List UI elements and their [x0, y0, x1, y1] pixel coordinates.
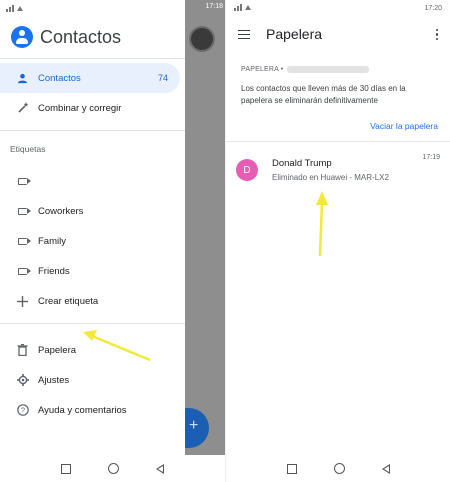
contacts-count: 74	[157, 73, 168, 83]
svg-text:?: ?	[20, 406, 24, 415]
trash-retention-notice: Los contactos que lleven más de 30 días …	[241, 84, 406, 105]
labels-list: Coworkers Family Friends Crear etiqueta	[0, 162, 185, 316]
home-button[interactable]	[334, 463, 345, 474]
labels-section-title: Etiquetas	[10, 144, 46, 154]
nav-label-ayuda: Ayuda y comentarios	[38, 404, 127, 416]
menu-icon[interactable]	[238, 29, 250, 39]
signal-icon	[6, 5, 24, 12]
more-options-icon[interactable]	[436, 29, 439, 42]
label-name: Family	[38, 235, 66, 247]
label-icon	[18, 177, 31, 185]
trash-heading-text: PAPELERA •	[241, 66, 284, 73]
android-nav-bar	[0, 455, 225, 482]
label-icon	[18, 207, 31, 215]
top-app-bar: Papelera	[226, 16, 450, 52]
create-label-text: Crear etiqueta	[38, 295, 99, 307]
annotation-arrow-right	[316, 191, 328, 257]
blurred-account-email	[287, 66, 370, 73]
label-icon	[18, 237, 31, 245]
nav-item-ayuda[interactable]: ? Ayuda y comentarios	[0, 395, 185, 425]
back-button[interactable]	[156, 463, 164, 474]
trash-icon	[16, 344, 29, 357]
recents-button[interactable]	[61, 463, 71, 474]
contact-avatar: D	[236, 159, 258, 181]
person-icon	[16, 72, 29, 85]
plus-icon	[16, 295, 29, 308]
add-contact-fab[interactable]: +	[185, 408, 209, 448]
left-status-bar	[0, 0, 185, 16]
home-button[interactable]	[108, 463, 119, 474]
trash-info-card: PAPELERA • Los contactos que lleven más …	[226, 66, 450, 142]
label-name: Coworkers	[38, 205, 84, 217]
label-item-untitled[interactable]	[0, 166, 185, 196]
label-item-friends[interactable]: Friends	[0, 256, 185, 286]
label-icon	[18, 267, 31, 275]
nav-item-papelera[interactable]: Papelera	[0, 335, 185, 365]
divider	[0, 130, 185, 131]
nav-item-contactos[interactable]: Contactos 74	[0, 63, 180, 93]
trash-account-heading: PAPELERA •	[241, 66, 438, 73]
help-icon: ?	[16, 404, 29, 417]
right-status-bar: 17:20	[226, 0, 450, 16]
create-label-button[interactable]: Crear etiqueta	[0, 286, 185, 316]
nav-label-ajustes: Ajustes	[38, 374, 70, 386]
primary-nav: Contactos 74 Combinar y corregir	[0, 59, 185, 123]
app-title: Contactos	[40, 26, 122, 47]
android-nav-bar	[226, 455, 450, 482]
page-title: Papelera	[266, 26, 323, 42]
nav-label-combinar: Combinar y corregir	[38, 102, 122, 114]
nav-label-papelera: Papelera	[38, 344, 77, 356]
contact-text: Donald Trump Eliminado en Huawei - MAR-L…	[272, 158, 389, 182]
contact-name: Donald Trump	[272, 158, 332, 169]
drawer-header: Contactos	[0, 16, 185, 59]
left-status-time: 17:18	[205, 3, 223, 10]
label-item-family[interactable]: Family	[0, 226, 185, 256]
label-item-coworkers[interactable]: Coworkers	[0, 196, 185, 226]
right-status-time: 17:20	[424, 4, 442, 12]
nav-item-combinar[interactable]: Combinar y corregir	[0, 93, 185, 123]
nav-label-contactos: Contactos	[38, 72, 81, 84]
nav-item-ajustes[interactable]: Ajustes	[0, 365, 185, 395]
right-phone-screen: 17:20 Papelera PAPELERA • Los contactos …	[225, 0, 450, 482]
secondary-nav: Papelera Ajustes ? Ayuda y comentarios	[0, 331, 185, 425]
contacts-logo-icon	[11, 26, 33, 48]
deleted-contact-row[interactable]: D Donald Trump Eliminado en Huawei - MAR…	[226, 150, 450, 190]
recents-button[interactable]	[287, 463, 297, 474]
plus-icon: +	[189, 417, 199, 434]
empty-trash-button[interactable]: Vaciar la papelera	[241, 121, 438, 131]
contact-time: 17:19	[422, 154, 440, 161]
magic-wand-icon	[16, 102, 29, 115]
gear-icon	[16, 374, 29, 387]
signal-icon	[234, 3, 252, 13]
account-avatar[interactable]	[189, 26, 215, 52]
divider	[0, 323, 185, 324]
label-name: Friends	[38, 265, 70, 277]
contact-deleted-info: Eliminado en Huawei - MAR-LX2	[272, 173, 389, 182]
left-phone-screen: 17:18 + Contactos Contactos 74 Combinar …	[0, 0, 225, 482]
navigation-drawer: Contactos Contactos 74 Combinar y correg…	[0, 0, 185, 455]
contacts-backdrop: 17:18 +	[185, 0, 225, 455]
back-button[interactable]	[382, 463, 390, 474]
